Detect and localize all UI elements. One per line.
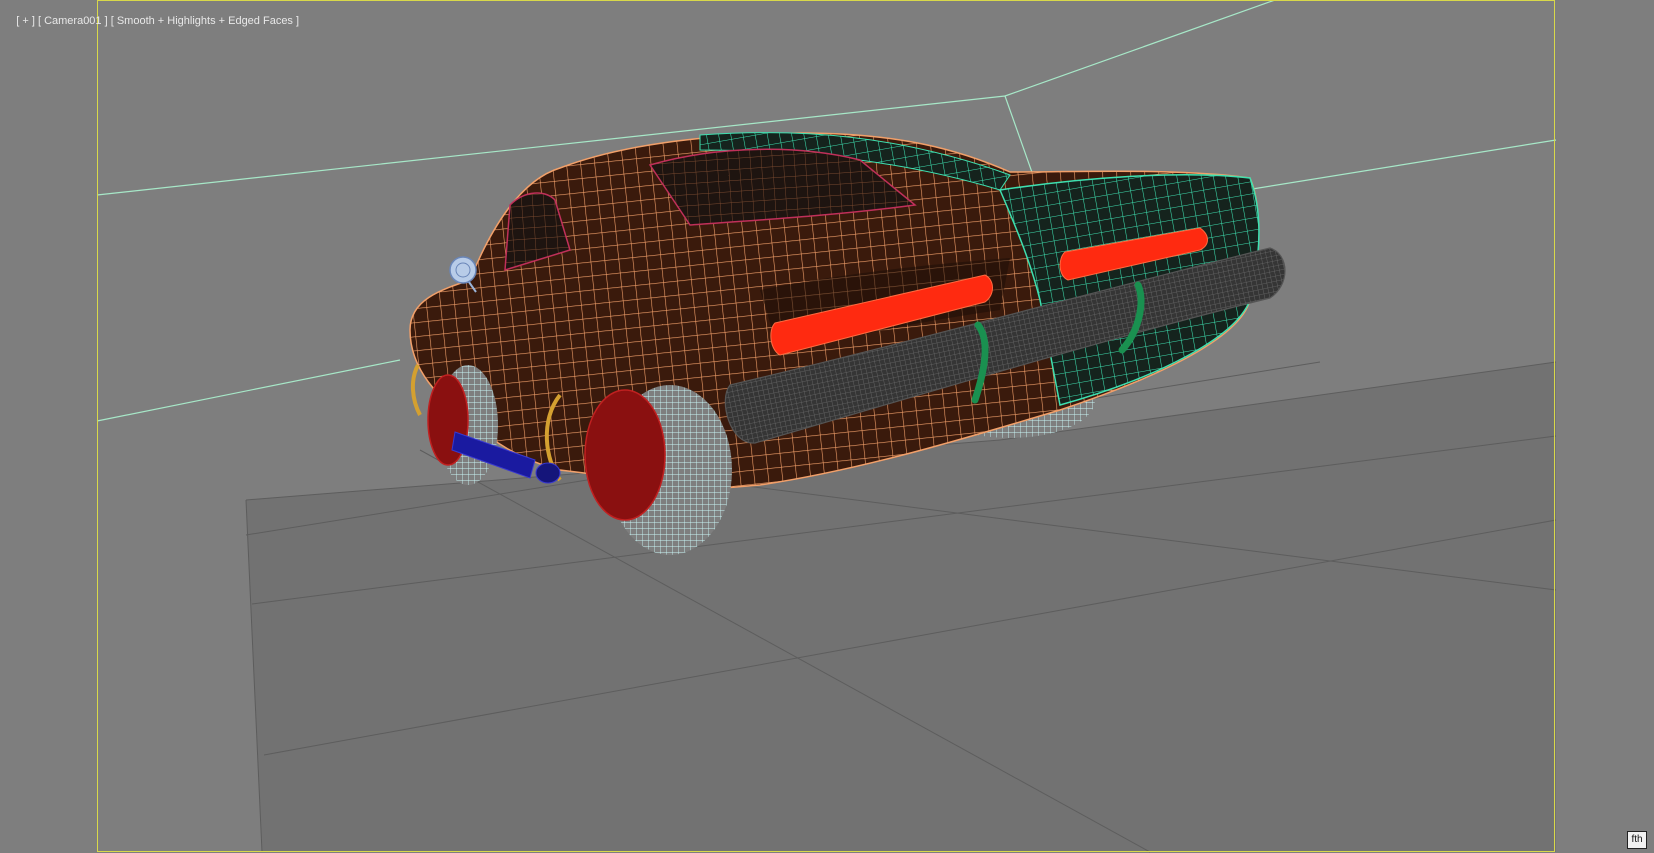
camera-viewport[interactable]: [ + ] [ Camera001 ] [ Smooth + Highlight… (0, 0, 1654, 853)
viewport-label[interactable]: [ + ] [ Camera001 ] [ Smooth + Highlight… (4, 3, 299, 39)
viewport-shading-menu[interactable]: [ Smooth + Highlights + Edged Faces ] (111, 15, 299, 27)
viewport-camera-menu[interactable]: [ Camera001 ] (38, 15, 108, 27)
front-left-wheel[interactable] (411, 364, 498, 485)
viewport-menu-plus[interactable]: [ + ] (16, 15, 35, 27)
scene-canvas[interactable] (0, 0, 1654, 853)
corner-badge: fth (1627, 831, 1647, 849)
